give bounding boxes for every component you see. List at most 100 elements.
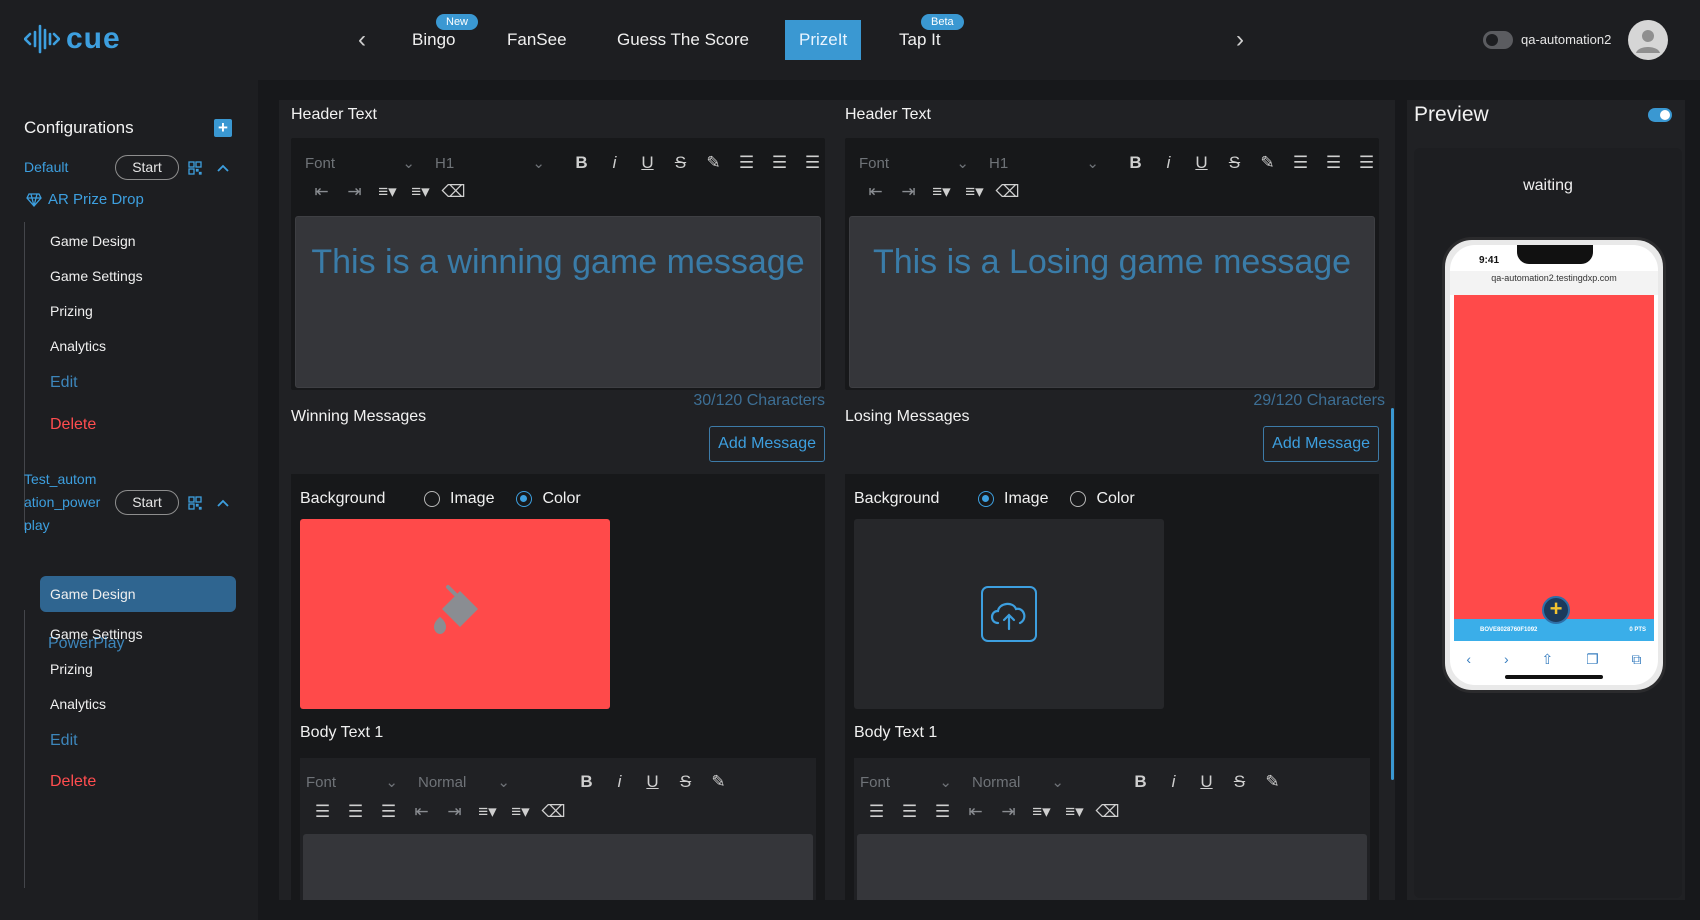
delete-link[interactable]: Delete [50,773,96,791]
background-image-upload[interactable] [854,519,1164,709]
heading-select[interactable]: H1 ⌄ [989,154,1109,173]
body-text-input[interactable] [303,834,813,900]
menu-game-design[interactable]: Game Design [50,233,136,249]
align-left-icon[interactable]: ☰ [1284,153,1317,173]
eraser-icon[interactable]: ⌫ [437,182,470,202]
bullet-list-icon[interactable]: ≡▾ [1058,802,1091,822]
eraser-icon[interactable]: ⌫ [1091,802,1124,822]
font-select[interactable]: Font ⌄ [859,154,979,173]
nav-prev-arrow-icon[interactable]: ‹ [350,26,374,54]
highlighter-icon[interactable]: ✎ [697,153,730,173]
bold-icon[interactable]: B [570,772,603,792]
align-center-icon[interactable]: ☰ [763,153,796,173]
eraser-icon[interactable]: ⌫ [537,802,570,822]
chevron-up-icon[interactable] [216,161,230,175]
bold-icon[interactable]: B [1119,153,1152,173]
header-text-input[interactable]: This is a Losing game message [849,216,1375,388]
start-button[interactable]: Start [115,490,179,515]
start-button[interactable]: Start [115,155,179,180]
tab-bingo[interactable]: Bingo New [398,14,479,60]
main-scrollbar[interactable] [1391,408,1394,780]
strikethrough-icon[interactable]: S [1218,153,1251,173]
style-select[interactable]: Normal ⌄ [972,773,1074,792]
outdent-icon[interactable]: ⇤ [859,182,892,202]
indent-icon[interactable]: ⇥ [338,182,371,202]
align-center-icon[interactable]: ☰ [1317,153,1350,173]
outdent-icon[interactable]: ⇤ [305,182,338,202]
menu-analytics[interactable]: Analytics [50,696,106,712]
menu-game-settings[interactable]: Game Settings [50,626,143,642]
heading-select[interactable]: H1 ⌄ [435,154,555,173]
add-message-button[interactable]: Add Message [1263,426,1379,462]
underline-icon[interactable]: U [1190,772,1223,792]
highlighter-icon[interactable]: ✎ [702,772,735,792]
indent-icon[interactable]: ⇥ [438,802,471,822]
italic-icon[interactable]: i [603,772,636,792]
color-radio[interactable] [516,491,533,507]
add-configuration-button[interactable]: + [214,119,232,137]
align-center-icon[interactable]: ☰ [893,802,926,822]
bold-icon[interactable]: B [565,153,598,173]
theme-toggle[interactable] [1483,31,1513,49]
nav-next-arrow-icon[interactable]: › [1228,26,1252,54]
align-right-icon[interactable]: ☰ [1350,153,1383,173]
underline-icon[interactable]: U [631,153,664,173]
tab-fansee[interactable]: FanSee [493,20,581,60]
logo[interactable]: cue [24,22,121,56]
color-radio[interactable] [1070,491,1087,507]
add-message-button[interactable]: Add Message [709,426,825,462]
underline-icon[interactable]: U [1185,153,1218,173]
chevron-up-icon[interactable] [216,496,230,510]
highlighter-icon[interactable]: ✎ [1251,153,1284,173]
avatar[interactable] [1628,20,1668,60]
ordered-list-icon[interactable]: ≡▾ [925,182,958,202]
align-right-icon[interactable]: ☰ [796,153,829,173]
strikethrough-icon[interactable]: S [664,153,697,173]
bullet-list-icon[interactable]: ≡▾ [504,802,537,822]
italic-icon[interactable]: i [1152,153,1185,173]
eraser-icon[interactable]: ⌫ [991,182,1024,202]
tab-guess-the-score[interactable]: Guess The Score [603,20,763,60]
image-radio[interactable] [978,491,994,507]
ordered-list-icon[interactable]: ≡▾ [471,802,504,822]
header-text-input[interactable]: This is a winning game message [295,216,821,388]
preview-toggle[interactable] [1648,108,1672,122]
strikethrough-icon[interactable]: S [1223,772,1256,792]
style-select[interactable]: Normal ⌄ [418,773,520,792]
bullet-list-icon[interactable]: ≡▾ [404,182,437,202]
edit-link[interactable]: Edit [50,732,78,750]
background-color-swatch[interactable] [300,519,610,709]
outdent-icon[interactable]: ⇤ [405,802,438,822]
body-text-input[interactable] [857,834,1367,900]
tab-prizeit[interactable]: PrizeIt [785,20,862,60]
prize-type-ar-prize-drop[interactable]: AR Prize Drop [26,191,144,208]
menu-analytics[interactable]: Analytics [50,338,106,354]
qr-code-icon[interactable] [188,161,202,175]
delete-link[interactable]: Delete [50,416,96,434]
strikethrough-icon[interactable]: S [669,772,702,792]
config-name-test-automation[interactable]: Test_autom ation_power play [24,468,100,537]
config-name-default[interactable]: Default [24,156,68,179]
align-left-icon[interactable]: ☰ [860,802,893,822]
align-right-icon[interactable]: ☰ [926,802,959,822]
align-right-icon[interactable]: ☰ [372,802,405,822]
align-left-icon[interactable]: ☰ [306,802,339,822]
align-center-icon[interactable]: ☰ [339,802,372,822]
menu-prizing[interactable]: Prizing [50,661,93,677]
image-radio[interactable] [424,491,440,507]
highlighter-icon[interactable]: ✎ [1256,772,1289,792]
ordered-list-icon[interactable]: ≡▾ [1025,802,1058,822]
indent-icon[interactable]: ⇥ [992,802,1025,822]
align-left-icon[interactable]: ☰ [730,153,763,173]
font-select[interactable]: Font ⌄ [306,773,408,792]
qr-code-icon[interactable] [188,496,202,510]
outdent-icon[interactable]: ⇤ [959,802,992,822]
tab-tap-it[interactable]: Tap It Beta [885,14,964,60]
edit-link[interactable]: Edit [50,374,78,392]
bullet-list-icon[interactable]: ≡▾ [958,182,991,202]
menu-game-settings[interactable]: Game Settings [50,268,143,284]
indent-icon[interactable]: ⇥ [892,182,925,202]
ordered-list-icon[interactable]: ≡▾ [371,182,404,202]
underline-icon[interactable]: U [636,772,669,792]
italic-icon[interactable]: i [1157,772,1190,792]
